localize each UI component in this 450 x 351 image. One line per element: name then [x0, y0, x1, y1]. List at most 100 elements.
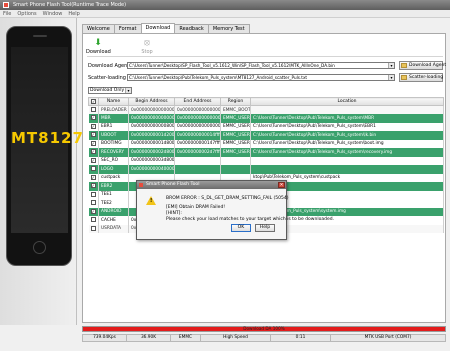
- chevron-down-icon[interactable]: ▾: [388, 75, 394, 80]
- row-checkbox[interactable]: ✓: [90, 174, 96, 180]
- begin-address: 0x0000000004000000: [128, 165, 175, 174]
- row-checkbox[interactable]: ✓: [90, 132, 96, 138]
- row-checkbox-cell[interactable]: [88, 105, 99, 114]
- row-checkbox[interactable]: ✓: [90, 123, 96, 129]
- stop-button-label: Stop: [141, 49, 153, 55]
- region: [220, 165, 251, 174]
- row-checkbox-cell[interactable]: ✓: [88, 182, 99, 191]
- row-checkbox-cell[interactable]: ✓: [88, 148, 99, 157]
- close-icon[interactable]: ✕: [278, 182, 285, 188]
- col-name[interactable]: Name: [98, 97, 129, 106]
- tab-welcome[interactable]: Welcome: [82, 24, 115, 33]
- row-checkbox-cell[interactable]: [88, 190, 99, 199]
- col-end-address[interactable]: End Address: [174, 97, 221, 106]
- row-checkbox[interactable]: [90, 107, 96, 112]
- col-check[interactable]: ✓: [88, 97, 99, 106]
- row-checkbox[interactable]: ✓: [90, 183, 96, 189]
- dialog-hint-text: Please check your load matches to your t…: [166, 217, 335, 222]
- partition-name: MBR: [98, 114, 129, 123]
- phone-home-button: [33, 241, 46, 254]
- row-checkbox[interactable]: ✓: [90, 208, 96, 214]
- dialog-error-code: BROM ERROR : S_DL_GET_DRAM_SETTING_FAIL …: [166, 196, 289, 201]
- tab-memory-test[interactable]: Memory Test: [207, 24, 250, 33]
- table-row[interactable]: ✓MBR0x00000000000000000x0000000000000000…: [88, 114, 444, 123]
- ok-button[interactable]: OK: [231, 224, 251, 232]
- table-row[interactable]: ✓BOOTIMG0x0000000001d800000x000000000147…: [88, 139, 444, 148]
- col-region[interactable]: Region: [220, 97, 251, 106]
- end-address: 0x0000000000000000: [174, 105, 221, 114]
- chevron-down-icon[interactable]: ▾: [388, 63, 394, 68]
- row-checkbox-cell[interactable]: [88, 199, 99, 208]
- scatter-path[interactable]: C:\Users\Tunner\Desktop\Pub\Telekom_Puls…: [127, 74, 395, 81]
- tab-download[interactable]: Download: [140, 23, 176, 33]
- dialog-hint-label: [HINT]:: [166, 211, 182, 216]
- table-header-row: ✓ Name Begin Address End Address Region …: [88, 97, 444, 106]
- col-location[interactable]: Location: [250, 97, 444, 106]
- menu-bar: File Options Window Help: [0, 10, 450, 18]
- status-storage-type: EMMC: [171, 335, 201, 341]
- menu-file[interactable]: File: [0, 10, 14, 18]
- table-row[interactable]: ✓UBOOT0x0000000001d200000x000000000014ff…: [88, 131, 444, 140]
- table-row[interactable]: ✓SEC_RO0x0000000003d80000: [88, 156, 444, 165]
- row-checkbox-cell[interactable]: ✓: [88, 207, 99, 216]
- end-address: [174, 165, 221, 174]
- row-checkbox[interactable]: ✓: [90, 140, 96, 146]
- row-checkbox[interactable]: ✓: [90, 149, 96, 155]
- download-mode-select[interactable]: Download Only ▾: [88, 87, 132, 94]
- menu-window[interactable]: Window: [40, 10, 66, 18]
- row-checkbox[interactable]: [90, 217, 96, 223]
- table-row[interactable]: LOGO0x0000000004000000: [88, 165, 444, 174]
- download-button-label: Download: [86, 49, 111, 55]
- row-checkbox-cell[interactable]: [88, 224, 99, 233]
- status-size: 36.90K: [127, 335, 171, 341]
- table-row[interactable]: PRELOADER0x00000000000000000x00000000000…: [88, 105, 444, 114]
- row-checkbox-cell[interactable]: ✓: [88, 122, 99, 131]
- row-checkbox-cell[interactable]: [88, 216, 99, 225]
- partition-name: EBR1: [98, 122, 129, 131]
- region: EMMC_USER: [220, 139, 251, 148]
- location: C:\Users\Tunner\Desktop\Pub\Telekom_Puls…: [250, 139, 444, 148]
- partition-name: PRELOADER: [98, 105, 129, 114]
- help-button[interactable]: Help: [255, 224, 275, 232]
- download-button[interactable]: ⬇ Download: [86, 38, 111, 55]
- row-checkbox[interactable]: [90, 225, 96, 231]
- partition-name: custpack: [98, 173, 129, 182]
- download-agent-button-label: Download Agent: [409, 63, 447, 68]
- col-begin-address[interactable]: Begin Address: [128, 97, 175, 106]
- chevron-down-icon[interactable]: ▾: [125, 88, 131, 93]
- table-row[interactable]: ✓EBR10x00000000000800000x000000000000000…: [88, 122, 444, 131]
- download-agent-label: Download Agent: [88, 63, 130, 69]
- app-icon: [3, 2, 9, 8]
- row-checkbox-cell[interactable]: ✓: [88, 114, 99, 123]
- row-checkbox-cell[interactable]: ✓: [88, 173, 99, 182]
- row-checkbox[interactable]: ✓: [90, 157, 96, 163]
- tab-readback[interactable]: Readback: [174, 24, 209, 33]
- row-checkbox[interactable]: [90, 166, 96, 172]
- dialog-title: Smart Phone Flash Tool: [146, 182, 200, 187]
- location: C:\Users\Tunner\Desktop\Pub\Telekom_Puls…: [250, 148, 444, 157]
- table-row[interactable]: ✓RECOVERY0x0000000002d800000x0000000002d…: [88, 148, 444, 157]
- row-checkbox[interactable]: [90, 200, 96, 206]
- app-icon: [139, 183, 143, 187]
- download-agent-button[interactable]: Download Agent: [399, 61, 447, 70]
- region: EMMC_USER: [220, 114, 251, 123]
- toolbar-divider: [87, 56, 443, 57]
- row-checkbox-cell[interactable]: ✓: [88, 156, 99, 165]
- row-checkbox-cell[interactable]: [88, 165, 99, 174]
- row-checkbox[interactable]: [90, 191, 96, 197]
- download-arrow-icon: ⬇: [94, 38, 102, 48]
- folder-icon: [401, 63, 407, 68]
- scatter-loading-button[interactable]: Scatter-loading: [399, 73, 443, 82]
- row-checkbox-cell[interactable]: ✓: [88, 131, 99, 140]
- menu-help[interactable]: Help: [65, 10, 82, 18]
- status-elapsed-time: 0:11: [271, 335, 331, 341]
- download-agent-path[interactable]: C:\Users\Tunner\Desktop\SP_Flash_Tool_v5…: [127, 62, 395, 69]
- menu-options[interactable]: Options: [14, 10, 39, 18]
- row-checkbox[interactable]: ✓: [90, 115, 96, 121]
- row-checkbox-cell[interactable]: ✓: [88, 139, 99, 148]
- stop-button[interactable]: ⦻ Stop: [135, 38, 159, 55]
- select-all-checkbox[interactable]: ✓: [91, 98, 96, 104]
- begin-address: 0x0000000001d80000: [128, 139, 175, 148]
- tab-format[interactable]: Format: [113, 24, 142, 33]
- warning-icon: !: [146, 196, 156, 205]
